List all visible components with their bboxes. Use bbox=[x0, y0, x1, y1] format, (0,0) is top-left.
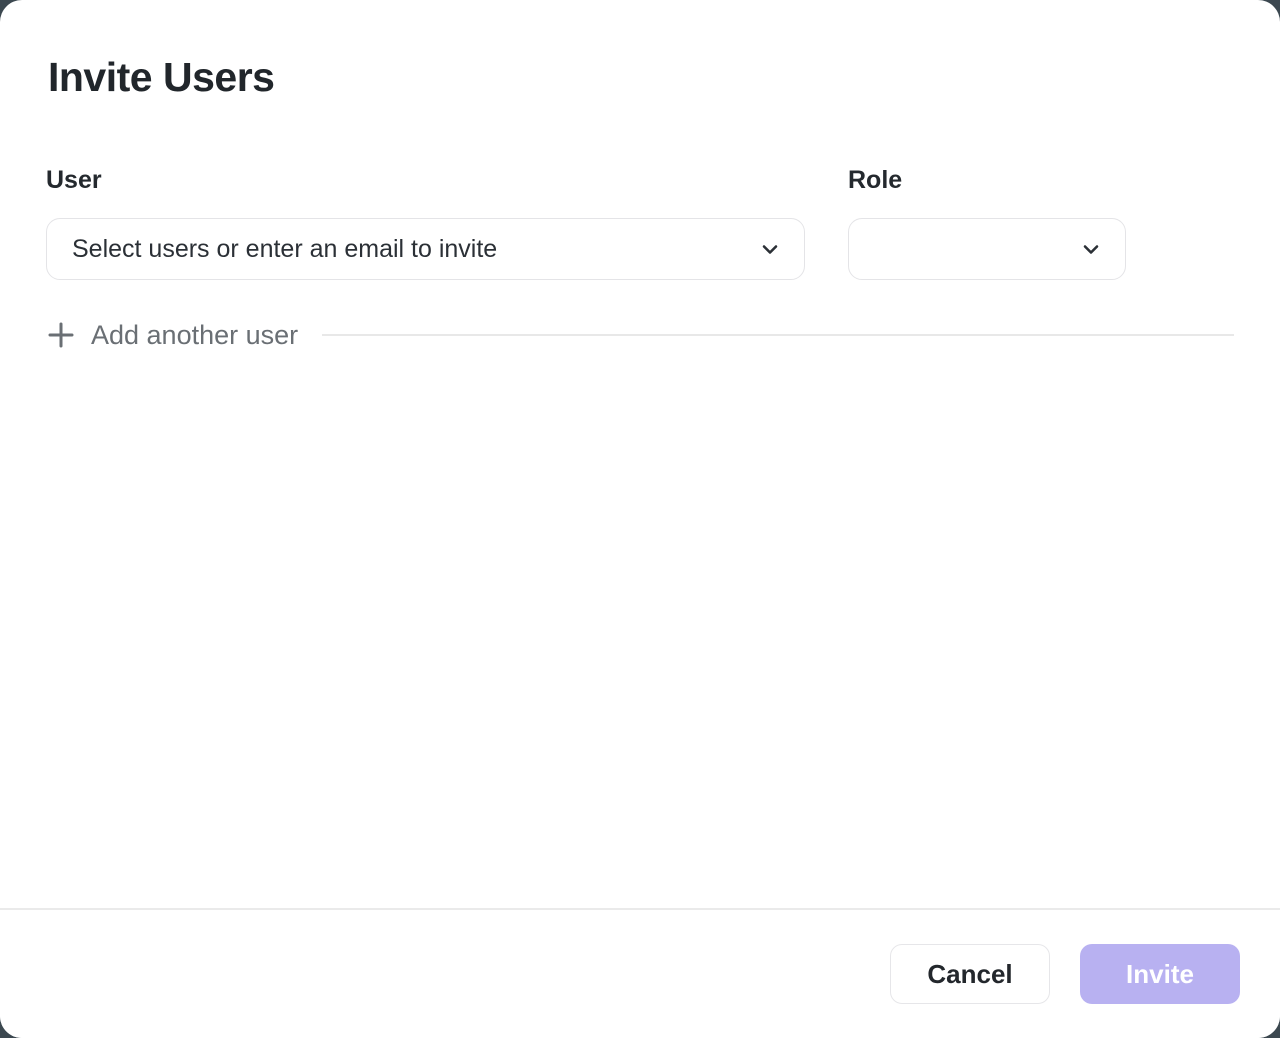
user-select[interactable]: Select users or enter an email to invite bbox=[46, 218, 805, 280]
dialog-title: Invite Users bbox=[48, 54, 274, 101]
add-another-user-label: Add another user bbox=[91, 318, 298, 352]
add-user-row: Add another user bbox=[46, 318, 1234, 352]
user-select-placeholder: Select users or enter an email to invite bbox=[72, 235, 497, 264]
chevron-down-icon bbox=[1079, 237, 1103, 261]
add-another-user-button[interactable]: Add another user bbox=[46, 318, 298, 352]
plus-icon bbox=[46, 320, 76, 350]
role-field: Role bbox=[848, 165, 1126, 280]
chevron-down-icon bbox=[758, 237, 782, 261]
user-field-label: User bbox=[46, 165, 805, 195]
add-user-divider bbox=[322, 334, 1234, 336]
invite-button[interactable]: Invite bbox=[1080, 944, 1240, 1004]
dialog-footer: Cancel Invite bbox=[0, 908, 1280, 1038]
role-field-label: Role bbox=[848, 165, 1126, 195]
cancel-button[interactable]: Cancel bbox=[890, 944, 1050, 1004]
user-field: User Select users or enter an email to i… bbox=[46, 165, 805, 280]
role-select[interactable] bbox=[848, 218, 1126, 280]
invite-users-dialog: Invite Users User Select users or enter … bbox=[0, 0, 1280, 1038]
